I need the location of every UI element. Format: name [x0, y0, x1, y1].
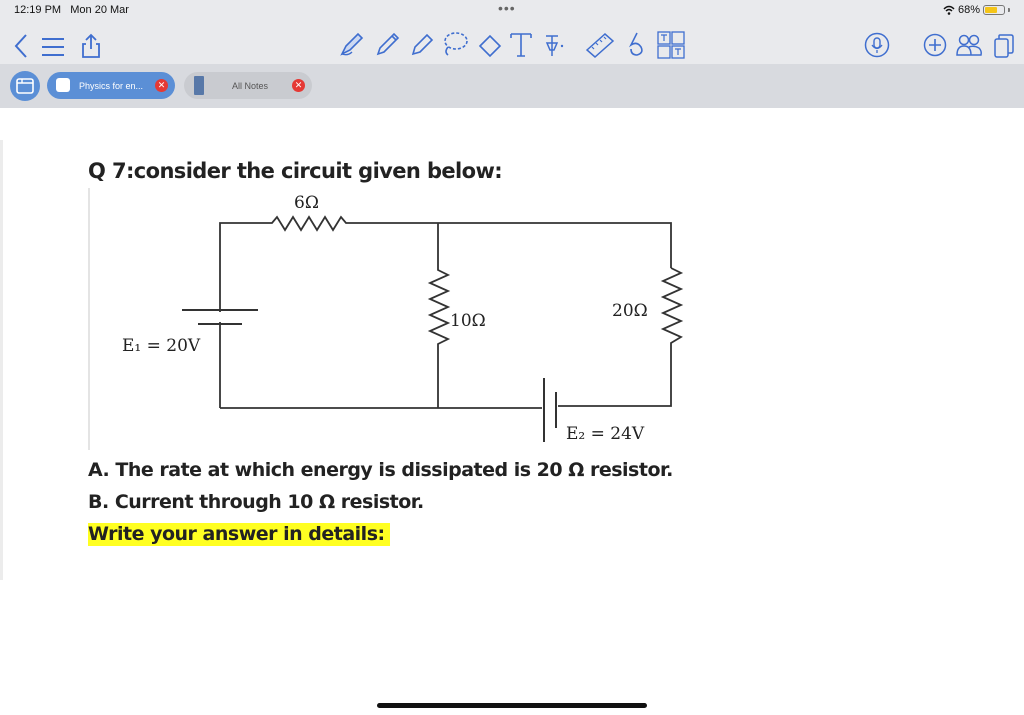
more-dots-icon[interactable]: ••• — [498, 0, 516, 16]
pencil-icon[interactable] — [374, 30, 402, 58]
close-icon[interactable]: ✕ — [155, 79, 168, 92]
eraser-icon[interactable] — [476, 30, 504, 58]
wifi-icon — [943, 5, 955, 15]
battery-icon — [983, 5, 1005, 15]
tab-all-notes[interactable]: All Notes ✕ — [184, 72, 312, 99]
label-r3: 20Ω — [612, 301, 648, 321]
document-thumbnail-icon — [56, 78, 70, 92]
top-toolbar: 12:19 PM Mon 20 Mar ••• 68% — [0, 0, 1024, 64]
users-icon[interactable] — [955, 33, 983, 57]
question-text: Q 7:consider the circuit given below: — [88, 159, 503, 183]
answer-a: A. The rate at which energy is dissipate… — [88, 459, 673, 481]
home-indicator[interactable] — [377, 703, 647, 708]
close-icon[interactable]: ✕ — [292, 79, 305, 92]
lasso-icon[interactable] — [440, 30, 470, 58]
pin-icon[interactable] — [538, 30, 566, 58]
sidebar-toggle-icon[interactable] — [9, 70, 41, 102]
tab-physics[interactable]: Physics for en... ✕ — [47, 72, 175, 99]
back-chevron-icon[interactable] — [13, 33, 29, 59]
circuit-diagram: 6Ω 10Ω 20Ω E₁ = 20V E₂ = 24V — [88, 188, 684, 450]
highlighted-instruction: Write your answer in details: — [88, 523, 390, 546]
label-e1: E₁ = 20V — [122, 336, 201, 356]
tab-bar: Physics for en... ✕ All Notes ✕ — [0, 64, 1024, 108]
add-icon[interactable] — [923, 33, 947, 57]
pen-icon[interactable] — [338, 30, 366, 58]
share-icon[interactable] — [80, 33, 102, 59]
battery-percent: 68% — [957, 4, 980, 16]
answer-b: B. Current through 10 Ω resistor. — [88, 491, 424, 513]
template-icon[interactable] — [656, 30, 686, 60]
notebook-thumbnail-icon — [194, 76, 204, 95]
tab-label: Physics for en... — [79, 81, 144, 91]
tab-label: All Notes — [232, 81, 269, 91]
label-r2: 10Ω — [450, 311, 486, 331]
status-time: 12:19 PM Mon 20 Mar — [14, 4, 129, 16]
page-edge — [0, 140, 3, 580]
ruler-icon[interactable] — [583, 30, 617, 58]
shapes-icon[interactable] — [624, 30, 650, 58]
highlighter-icon[interactable] — [408, 30, 436, 58]
instruction: Write your answer in details: — [88, 523, 390, 546]
pages-icon[interactable] — [993, 33, 1015, 59]
microphone-icon[interactable] — [864, 32, 890, 58]
text-icon[interactable] — [508, 30, 534, 58]
label-r1: 6Ω — [294, 193, 319, 213]
list-icon[interactable] — [40, 36, 66, 58]
label-e2: E₂ = 24V — [566, 424, 645, 444]
status-right: 68% — [943, 4, 1010, 16]
